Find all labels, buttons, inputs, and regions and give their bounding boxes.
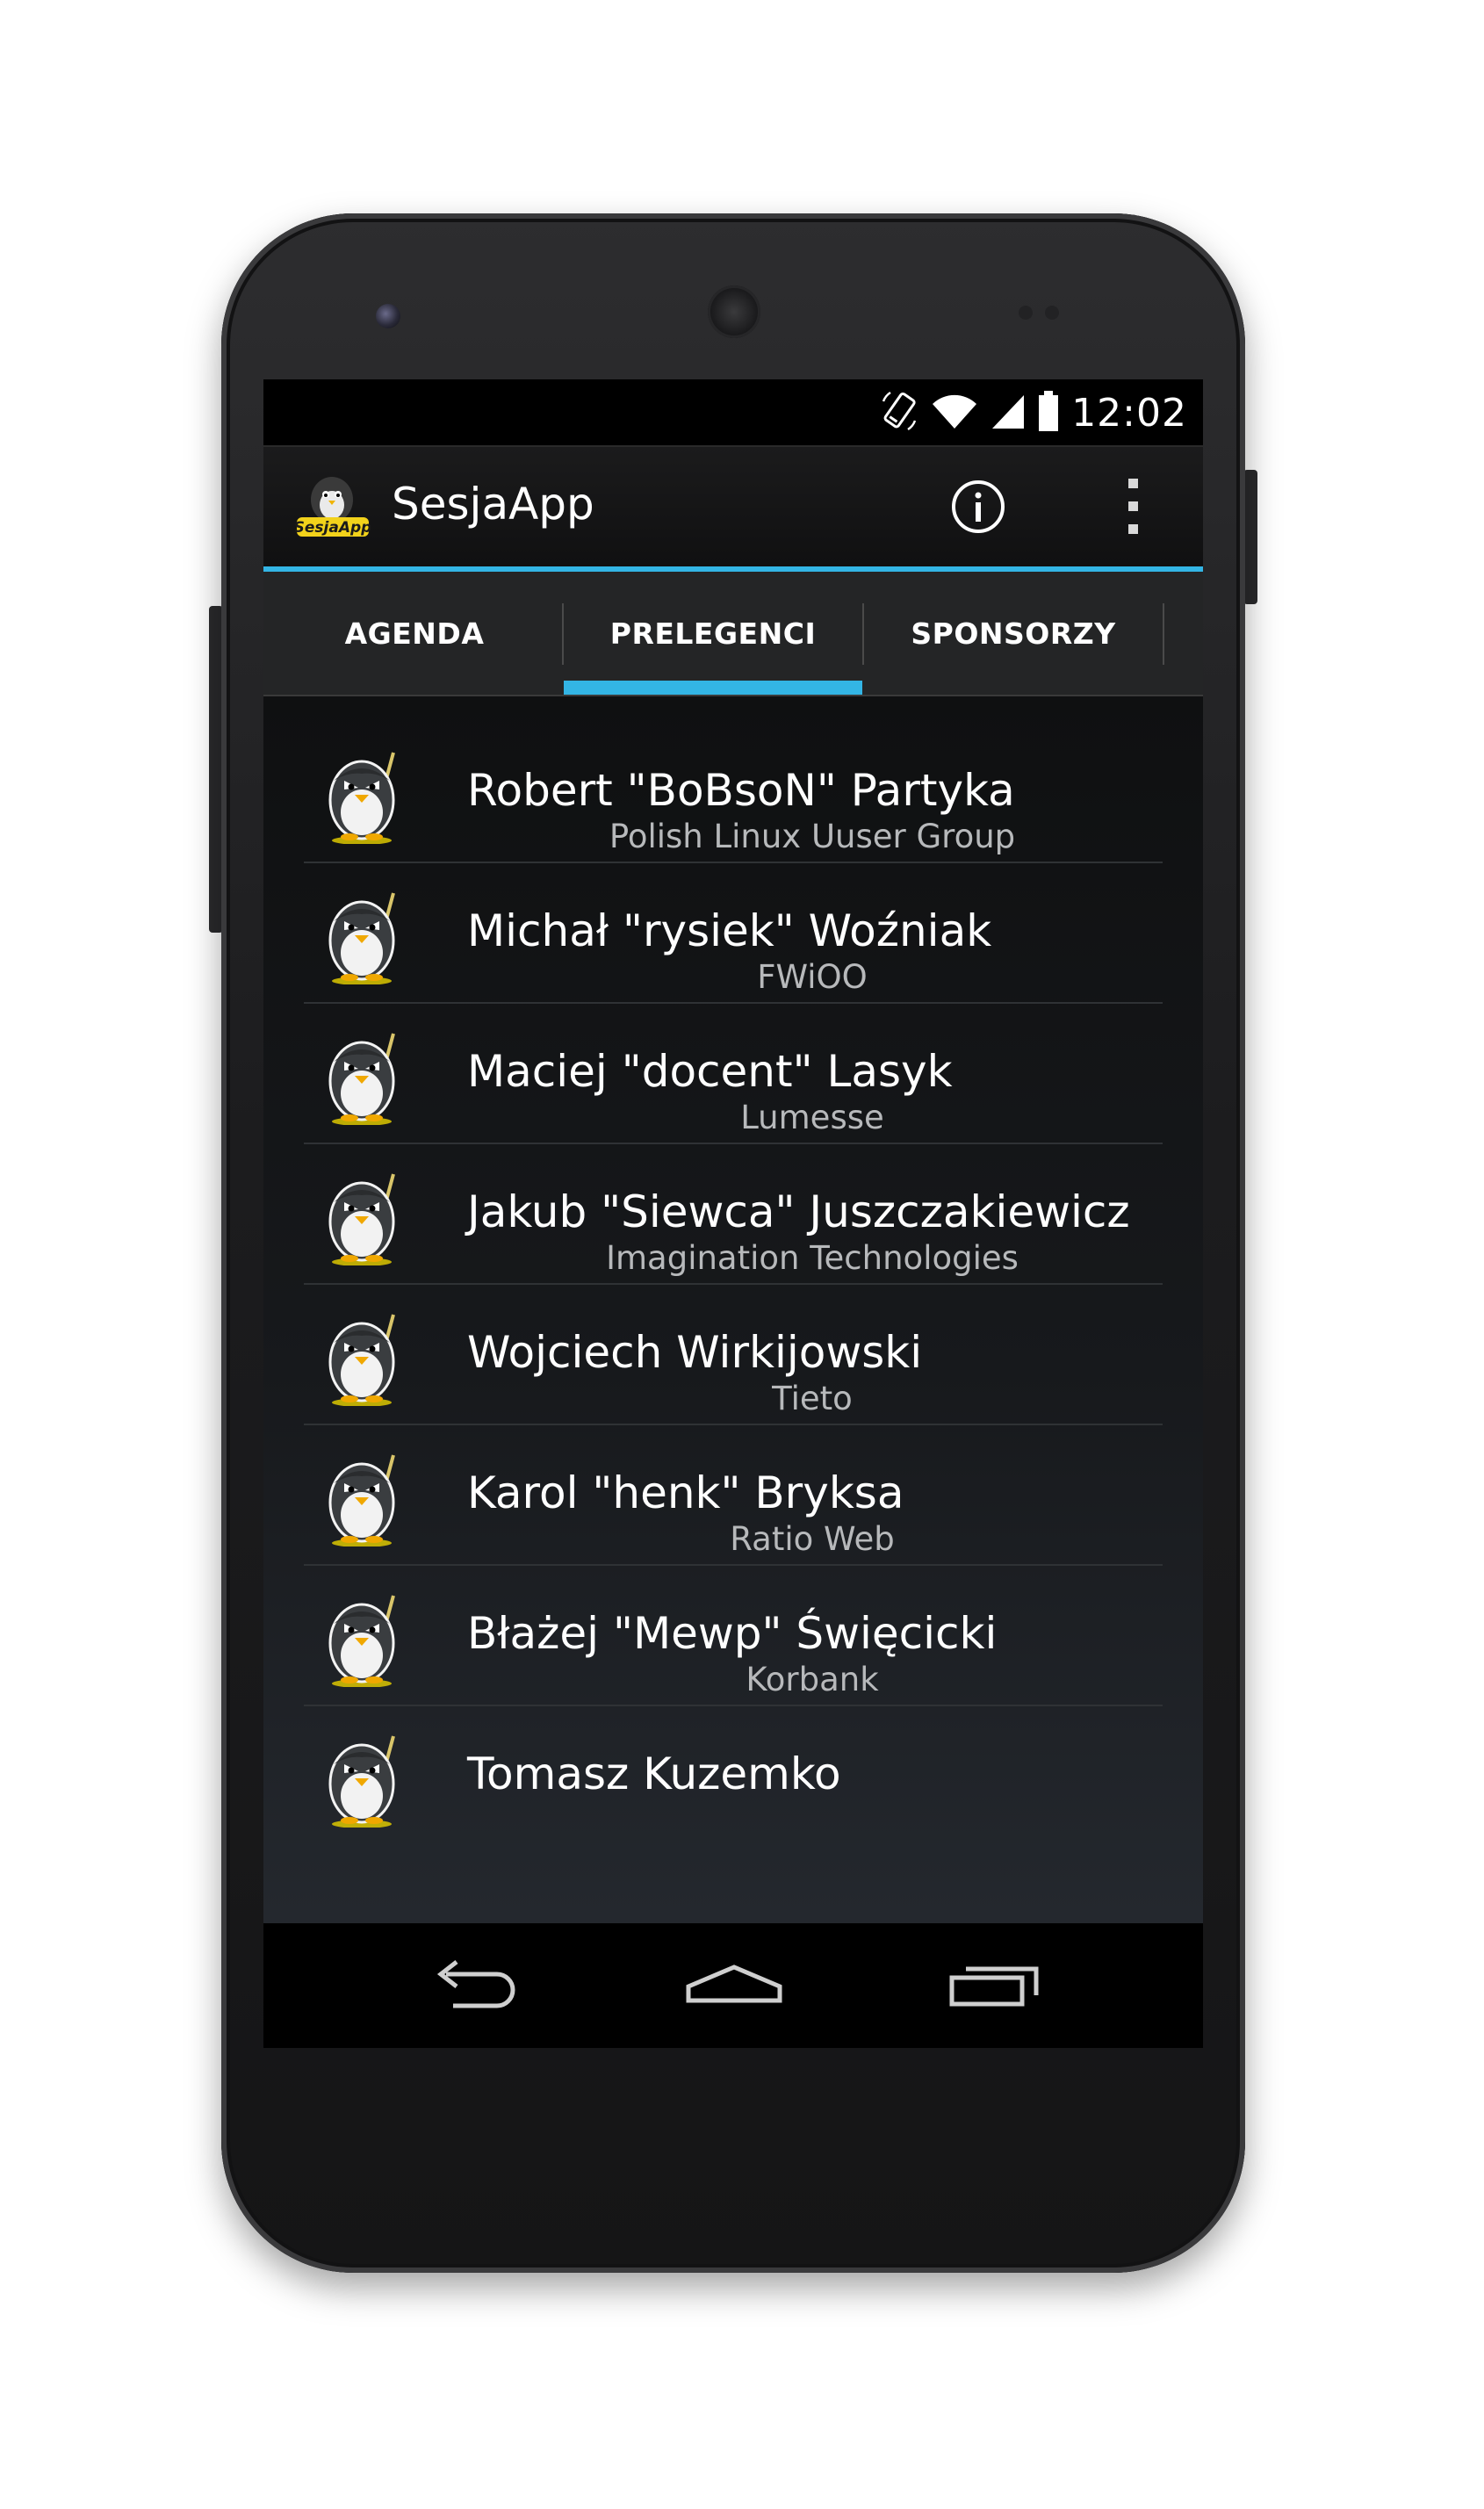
penguin-avatar-icon — [318, 1590, 411, 1688]
penguin-avatar-icon — [318, 888, 411, 985]
power-button — [1243, 470, 1257, 604]
speaker-list: Robert "BoBsoN" Partyka Polish Linux Uuse… — [263, 696, 1203, 1923]
speaker-row[interactable]: Błażej "Mewp" Święcicki Korbank — [304, 1566, 1163, 1706]
proximity-sensor — [1019, 306, 1033, 320]
penguin-avatar-icon — [318, 1731, 411, 1828]
speaker-row[interactable]: Maciej "docent" Lasyk Lumesse — [304, 1004, 1163, 1144]
speaker-row[interactable]: Robert "BoBsoN" Partyka Polish Linux Uuse… — [304, 723, 1163, 863]
navigation-bar — [263, 1923, 1203, 2048]
back-button[interactable] — [420, 1955, 525, 2016]
tab-selected-indicator — [564, 681, 862, 695]
info-icon — [952, 480, 1005, 533]
speaker-name: Tomasz Kuzemko — [467, 1748, 841, 1799]
speaker-name: Błażej "Mewp" Święcicki — [467, 1608, 998, 1659]
screen: 12:02 SesjaApp SesjaApp AGENDA PRELEGENC… — [263, 379, 1203, 2048]
svg-text:SesjaApp: SesjaApp — [295, 519, 371, 537]
tab-divider — [1163, 603, 1164, 665]
recent-apps-icon — [949, 1966, 1039, 2007]
recent-apps-button[interactable] — [945, 1955, 1050, 2016]
tab-sponsorzy[interactable]: SPONSORZY — [864, 572, 1163, 695]
status-icons: 12:02 — [880, 386, 1187, 439]
speaker-name: Karol "henk" Bryksa — [467, 1467, 904, 1518]
light-sensor — [1045, 306, 1059, 320]
earpiece-speaker — [708, 285, 760, 338]
penguin-avatar-icon — [318, 747, 411, 845]
penguin-avatar-icon — [318, 1450, 411, 1547]
speaker-row[interactable]: Karol "henk" Bryksa Ratio Web — [304, 1425, 1163, 1566]
speaker-name: Wojciech Wirkijowski — [467, 1327, 923, 1378]
battery-icon — [1038, 390, 1059, 436]
speaker-company: Korbank — [746, 1661, 879, 1698]
overflow-menu-button[interactable] — [1115, 473, 1150, 540]
speaker-company: Polish Linux Uuser Group — [609, 818, 1016, 855]
speaker-company: FWiOO — [757, 958, 868, 996]
speaker-name: Robert "BoBsoN" Partyka — [467, 765, 1015, 816]
app-title: SesjaApp — [392, 479, 594, 530]
speaker-row[interactable]: Michał "rysiek" Woźniak FWiOO — [304, 863, 1163, 1004]
speaker-row[interactable]: Jakub "Siewca" Juszczakiewicz Imagination… — [304, 1144, 1163, 1285]
info-button[interactable] — [948, 477, 1008, 537]
overflow-menu-icon — [1128, 479, 1138, 534]
status-time: 12:02 — [1071, 390, 1187, 436]
status-bar: 12:02 — [263, 379, 1203, 447]
wifi-icon — [931, 392, 978, 434]
tab-bar: AGENDA PRELEGENCI SPONSORZY — [263, 572, 1203, 696]
penguin-avatar-icon — [318, 1309, 411, 1407]
penguin-avatar-icon — [318, 1028, 411, 1126]
home-button[interactable] — [681, 1955, 787, 2016]
speaker-row[interactable]: Tomasz Kuzemko — [304, 1706, 1163, 1847]
speaker-company: Imagination Technologies — [606, 1239, 1019, 1277]
speaker-name: Michał "rysiek" Woźniak — [467, 905, 992, 956]
speaker-company: Tieto — [772, 1380, 853, 1417]
action-bar: SesjaApp SesjaApp — [263, 447, 1203, 572]
penguin-avatar-icon — [318, 1169, 411, 1266]
home-icon — [686, 1965, 782, 2003]
app-logo[interactable]: SesjaApp — [294, 473, 371, 540]
speaker-name: Maciej "docent" Lasyk — [467, 1046, 953, 1097]
tab-prelegenci[interactable]: PRELEGENCI — [564, 572, 862, 695]
signal-icon — [991, 392, 1026, 434]
speaker-company: Ratio Web — [730, 1520, 895, 1558]
rotate-icon — [880, 389, 918, 436]
speaker-row[interactable]: Wojciech Wirkijowski Tieto — [304, 1285, 1163, 1425]
front-camera — [376, 304, 400, 328]
speaker-name: Jakub "Siewca" Juszczakiewicz — [467, 1186, 1130, 1237]
tab-agenda[interactable]: AGENDA — [265, 572, 564, 695]
back-icon — [436, 1960, 515, 2008]
speaker-company: Lumesse — [740, 1099, 884, 1136]
